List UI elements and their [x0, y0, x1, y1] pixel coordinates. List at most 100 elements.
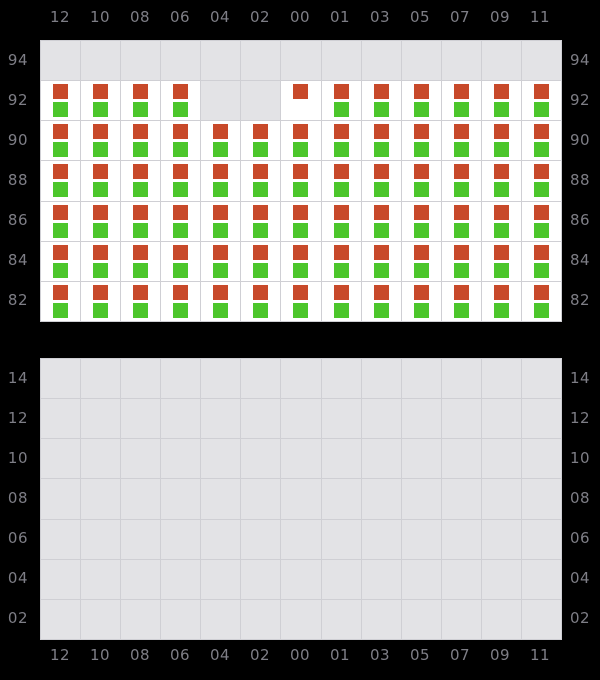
- marker-up-icon: [53, 84, 68, 99]
- grid-cell[interactable]: [482, 121, 521, 160]
- marker-up-icon: [534, 205, 549, 220]
- grid-cell[interactable]: [241, 121, 280, 160]
- grid-cell[interactable]: [402, 202, 441, 241]
- bottom-chart-grid[interactable]: [40, 358, 562, 640]
- grid-cell[interactable]: [442, 161, 481, 200]
- grid-cell[interactable]: [121, 81, 160, 120]
- grid-cell[interactable]: [81, 81, 120, 120]
- grid-cell[interactable]: [482, 202, 521, 241]
- grid-cell[interactable]: [362, 282, 401, 321]
- grid-cell[interactable]: [442, 121, 481, 160]
- marker-up-icon: [334, 84, 349, 99]
- grid-cell[interactable]: [201, 282, 240, 321]
- marker-up-icon: [374, 124, 389, 139]
- grid-cell[interactable]: [281, 81, 320, 120]
- grid-cell[interactable]: [322, 161, 361, 200]
- grid-cell[interactable]: [81, 121, 120, 160]
- grid-cell[interactable]: [522, 121, 561, 160]
- grid-cell[interactable]: [81, 282, 120, 321]
- grid-cell[interactable]: [322, 202, 361, 241]
- grid-cell[interactable]: [121, 202, 160, 241]
- grid-cell[interactable]: [41, 81, 80, 120]
- marker-down-icon: [93, 223, 108, 238]
- grid-cell[interactable]: [161, 202, 200, 241]
- grid-cell[interactable]: [322, 121, 361, 160]
- grid-cell[interactable]: [522, 242, 561, 281]
- grid-cell[interactable]: [241, 282, 280, 321]
- grid-cell[interactable]: [322, 242, 361, 281]
- grid-cell[interactable]: [281, 242, 320, 281]
- grid-cell[interactable]: [442, 202, 481, 241]
- grid-cell[interactable]: [121, 282, 160, 321]
- grid-cell[interactable]: [201, 242, 240, 281]
- grid-cell: [161, 479, 200, 518]
- grid-cell[interactable]: [81, 242, 120, 281]
- grid-cell: [241, 520, 280, 559]
- grid-cell[interactable]: [41, 121, 80, 160]
- top-chart-y-tick-left-94: 94: [0, 40, 34, 80]
- marker-up-icon: [374, 164, 389, 179]
- grid-cell[interactable]: [322, 81, 361, 120]
- grid-cell[interactable]: [362, 202, 401, 241]
- grid-cell[interactable]: [161, 242, 200, 281]
- marker-up-icon: [53, 285, 68, 300]
- grid-cell[interactable]: [482, 161, 521, 200]
- top-chart-grid[interactable]: [40, 40, 562, 322]
- grid-cell[interactable]: [201, 202, 240, 241]
- grid-cell[interactable]: [81, 161, 120, 200]
- grid-cell[interactable]: [362, 121, 401, 160]
- grid-cell: [322, 479, 361, 518]
- grid-cell[interactable]: [322, 282, 361, 321]
- grid-cell[interactable]: [482, 242, 521, 281]
- grid-cell[interactable]: [281, 282, 320, 321]
- grid-cell[interactable]: [442, 242, 481, 281]
- grid-cell: [241, 439, 280, 478]
- grid-cell[interactable]: [522, 202, 561, 241]
- grid-cell[interactable]: [522, 161, 561, 200]
- grid-cell[interactable]: [402, 161, 441, 200]
- grid-cell[interactable]: [41, 161, 80, 200]
- grid-cell[interactable]: [41, 282, 80, 321]
- grid-cell[interactable]: [281, 161, 320, 200]
- grid-cell[interactable]: [362, 81, 401, 120]
- marker-up-icon: [53, 245, 68, 260]
- grid-cell: [402, 479, 441, 518]
- grid-cell[interactable]: [81, 202, 120, 241]
- grid-cell[interactable]: [241, 242, 280, 281]
- marker-down-icon: [534, 223, 549, 238]
- grid-cell[interactable]: [402, 121, 441, 160]
- grid-cell[interactable]: [442, 282, 481, 321]
- marker-up-icon: [374, 84, 389, 99]
- grid-cell[interactable]: [482, 81, 521, 120]
- grid-cell[interactable]: [201, 121, 240, 160]
- top-chart-x-tick-04: 04: [200, 2, 240, 32]
- grid-cell[interactable]: [402, 242, 441, 281]
- grid-cell[interactable]: [161, 161, 200, 200]
- grid-cell[interactable]: [522, 282, 561, 321]
- grid-cell[interactable]: [161, 81, 200, 120]
- grid-cell[interactable]: [241, 202, 280, 241]
- marker-up-icon: [414, 124, 429, 139]
- grid-cell[interactable]: [362, 161, 401, 200]
- grid-cell[interactable]: [482, 282, 521, 321]
- grid-cell[interactable]: [161, 282, 200, 321]
- grid-cell[interactable]: [161, 121, 200, 160]
- marker-up-icon: [213, 124, 228, 139]
- grid-cell[interactable]: [522, 81, 561, 120]
- grid-cell[interactable]: [201, 161, 240, 200]
- grid-cell[interactable]: [362, 242, 401, 281]
- grid-cell[interactable]: [281, 121, 320, 160]
- grid-cell[interactable]: [402, 81, 441, 120]
- grid-cell[interactable]: [41, 242, 80, 281]
- grid-cell: [482, 479, 521, 518]
- grid-cell[interactable]: [121, 242, 160, 281]
- grid-cell[interactable]: [121, 161, 160, 200]
- grid-cell[interactable]: [281, 202, 320, 241]
- marker-down-icon: [133, 182, 148, 197]
- grid-cell[interactable]: [241, 161, 280, 200]
- grid-cell[interactable]: [121, 121, 160, 160]
- marker-down-icon: [93, 142, 108, 157]
- grid-cell[interactable]: [41, 202, 80, 241]
- grid-cell[interactable]: [402, 282, 441, 321]
- grid-cell[interactable]: [442, 81, 481, 120]
